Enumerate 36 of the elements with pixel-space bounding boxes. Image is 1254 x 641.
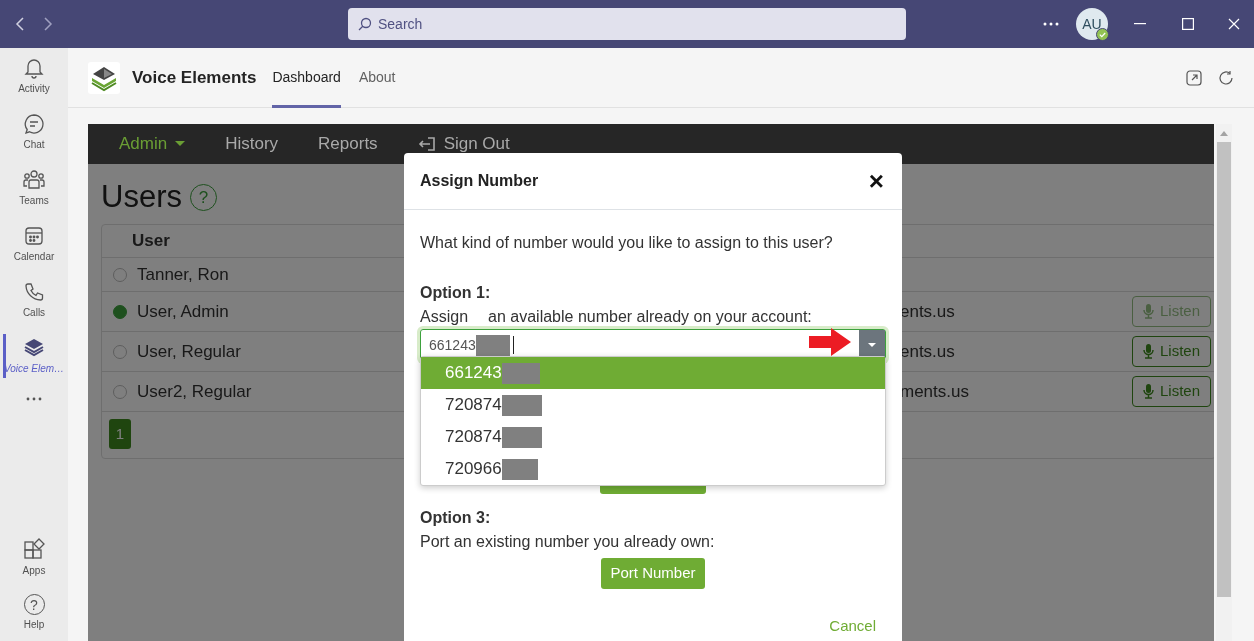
- table-cell-text: ents.us: [899, 340, 956, 363]
- option-heading: Option 3:: [420, 508, 492, 528]
- app-name: Voice Elements: [132, 66, 257, 89]
- table-cell-text: ments.us: [899, 380, 970, 403]
- option-text: Assign: [420, 307, 469, 327]
- nav-link[interactable]: Sign Out: [417, 131, 510, 157]
- nav-link[interactable]: Reports: [318, 131, 378, 157]
- tab[interactable]: Dashboard: [272, 47, 341, 108]
- nav-link[interactable]: Admin: [119, 131, 186, 157]
- option-text: Port an existing number you already own:: [420, 532, 716, 552]
- table-cell-text: User, Admin: [137, 300, 229, 323]
- nav-link[interactable]: History: [225, 131, 279, 157]
- table-cell-text: Tanner, Ron: [137, 263, 229, 286]
- option-text: an available number already on your account:: [488, 307, 812, 327]
- rail-item[interactable]: Calendar: [0, 216, 68, 272]
- dropdown-option[interactable]: 720874: [421, 421, 885, 453]
- option-heading: Option 1:: [420, 283, 492, 303]
- rail-item[interactable]: Chat: [0, 104, 68, 160]
- rail-item[interactable]: Calls: [0, 272, 68, 328]
- tab[interactable]: About: [358, 47, 396, 108]
- rail-item[interactable]: Apps: [0, 529, 68, 585]
- close-button[interactable]: ×: [866, 168, 886, 194]
- intro-text: What kind of number would you like to assign to this user?: [420, 233, 834, 253]
- column-header: User: [132, 230, 170, 253]
- rail-item[interactable]: Teams: [0, 160, 68, 216]
- dropdown-option[interactable]: 720874: [421, 389, 885, 421]
- page-title: Users: [101, 177, 182, 216]
- dropdown-option[interactable]: 720966: [421, 453, 885, 485]
- table-cell-text: User, Regular: [137, 340, 241, 363]
- dialog-title: Assign Number: [420, 171, 539, 191]
- rail-item[interactable]: ? Help: [0, 585, 68, 641]
- table-cell-text: User2, Regular: [137, 380, 252, 403]
- table-cell-text: ents.us: [899, 300, 956, 323]
- number-select[interactable]: 661243: [420, 329, 886, 361]
- search-field[interactable]: Search: [348, 8, 906, 40]
- rail-item[interactable]: Activity: [0, 48, 68, 104]
